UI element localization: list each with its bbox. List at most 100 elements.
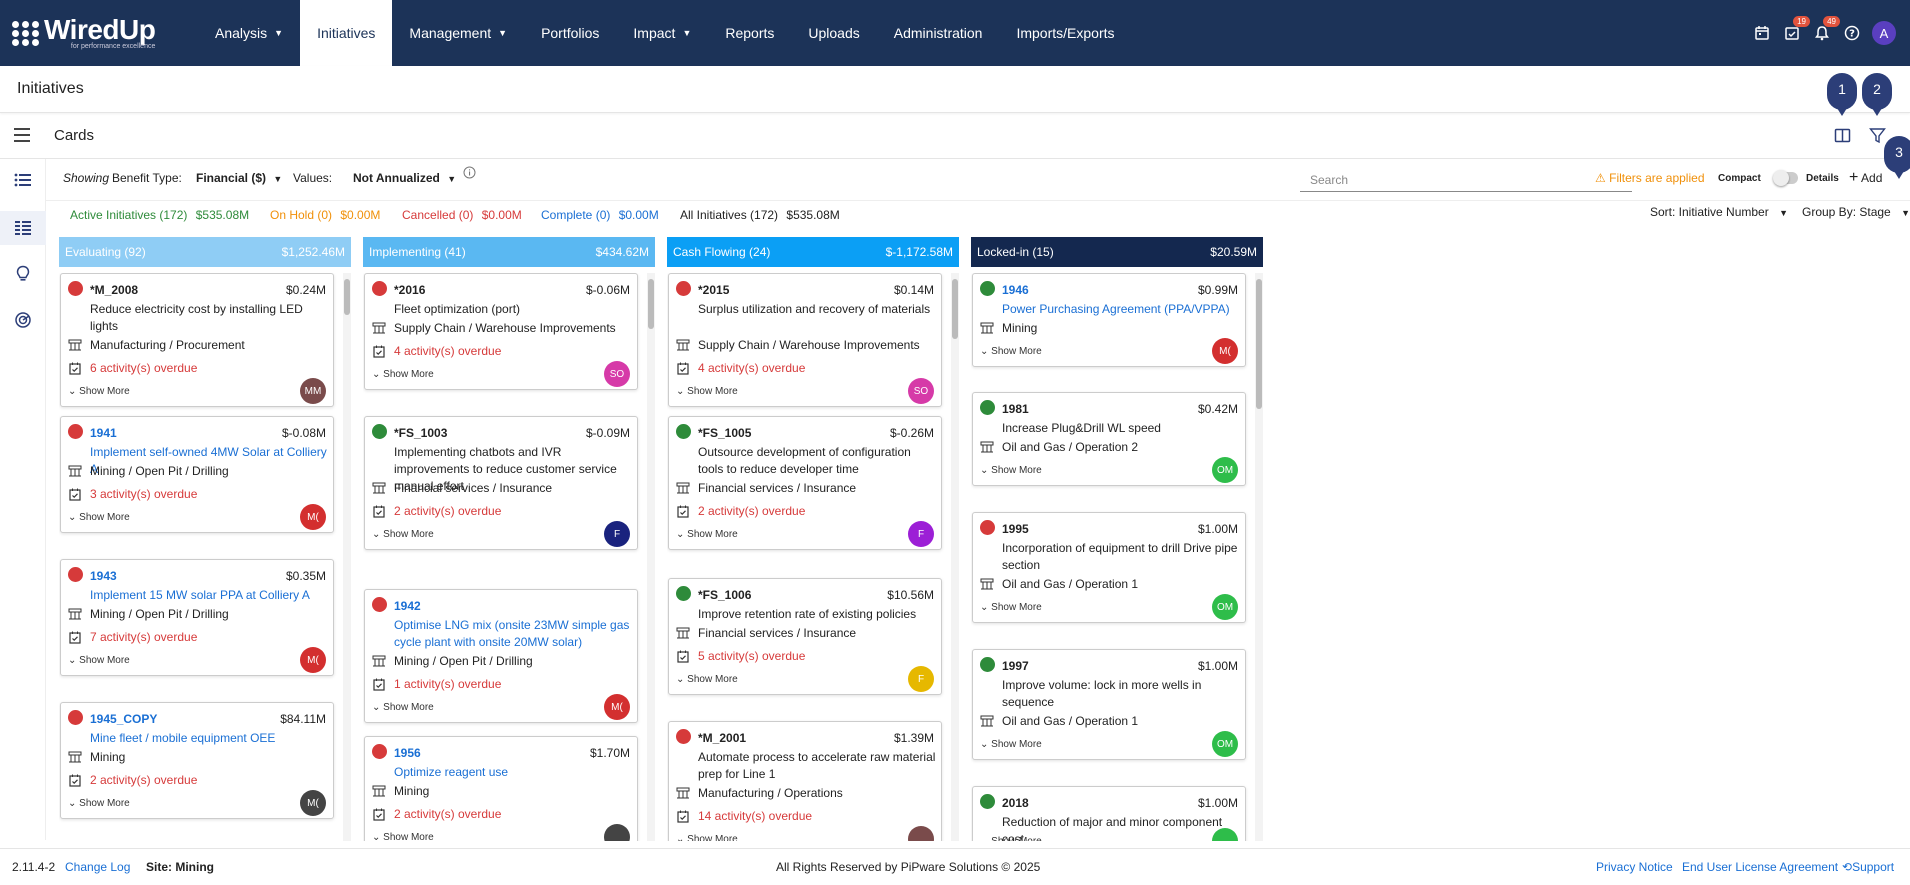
- owner-avatar[interactable]: OM: [1212, 731, 1238, 757]
- scrollbar-thumb[interactable]: [648, 279, 654, 329]
- stage-column-header[interactable]: Evaluating (92) $1,252.46M: [59, 237, 351, 267]
- summary-cancelled[interactable]: Cancelled (0) $0.00M: [402, 208, 522, 222]
- support-link[interactable]: ⟲Support: [1842, 860, 1894, 874]
- owner-avatar[interactable]: OM: [1212, 594, 1238, 620]
- initiative-id[interactable]: 1945_COPY: [90, 712, 157, 726]
- stage-column-header[interactable]: Locked-in (15) $20.59M: [971, 237, 1263, 267]
- scrollbar[interactable]: [1255, 273, 1263, 841]
- card-view-icon[interactable]: [0, 211, 46, 245]
- initiative-id[interactable]: 1995: [1002, 522, 1029, 536]
- filters-applied-warning[interactable]: ⚠ Filters are applied: [1595, 171, 1705, 185]
- initiative-card[interactable]: *FS_1003 $-0.09M Implementing chatbots and…: [364, 416, 638, 550]
- show-more-toggle[interactable]: ⌄ Show More: [980, 602, 1042, 613]
- initiative-card[interactable]: *2016 $-0.06M Fleet optimization (port) Sup…: [364, 273, 638, 390]
- owner-avatar[interactable]: [604, 824, 630, 841]
- show-more-toggle[interactable]: ⌄ Show More: [68, 655, 130, 666]
- show-more-toggle[interactable]: ⌄ Show More: [980, 346, 1042, 357]
- initiative-id[interactable]: *M_2001: [698, 731, 746, 745]
- owner-avatar[interactable]: M(: [300, 504, 326, 530]
- owner-avatar[interactable]: [908, 826, 934, 841]
- initiative-card[interactable]: *M_2001 $1.39M Automate process to acceler…: [668, 721, 942, 841]
- show-more-toggle[interactable]: ⌄ Show More: [68, 512, 130, 523]
- initiative-card[interactable]: 1945_COPY $84.11M Mine fleet / mobile equi…: [60, 702, 334, 819]
- scrollbar[interactable]: [647, 273, 655, 841]
- sort-select[interactable]: Sort: Initiative Number ▼: [1650, 205, 1788, 219]
- nav-initiatives[interactable]: Initiatives: [300, 0, 393, 66]
- eula-link[interactable]: End User License Agreement: [1682, 860, 1838, 874]
- owner-avatar[interactable]: M(: [1212, 338, 1238, 364]
- nav-management[interactable]: Management ▼: [392, 0, 524, 66]
- tour-marker-2[interactable]: 2: [1862, 73, 1892, 116]
- nav-imports-exports[interactable]: Imports/Exports: [999, 0, 1131, 66]
- compact-details-toggle[interactable]: [1773, 170, 1798, 186]
- initiative-id[interactable]: 1942: [394, 599, 421, 613]
- initiative-id[interactable]: 1997: [1002, 659, 1029, 673]
- initiative-card[interactable]: 1956 $1.70M Optimize reagent use Mining 2 ac…: [364, 736, 638, 841]
- privacy-link[interactable]: Privacy Notice: [1596, 860, 1673, 874]
- tasks-icon[interactable]: 19: [1782, 15, 1810, 43]
- benefit-type-select[interactable]: Financial ($) ▼: [196, 171, 282, 185]
- nav-analysis[interactable]: Analysis ▼: [198, 0, 300, 66]
- owner-avatar[interactable]: MM: [300, 378, 326, 404]
- values-select[interactable]: Not Annualized ▼: [353, 171, 456, 185]
- initiative-card[interactable]: *FS_1006 $10.56M Improve retention rate of…: [668, 578, 942, 695]
- owner-avatar[interactable]: F: [908, 521, 934, 547]
- initiative-card[interactable]: 2018 $1.00M Reduction of major and minor c…: [972, 786, 1246, 841]
- owner-avatar[interactable]: OM: [1212, 457, 1238, 483]
- scrollbar-thumb[interactable]: [952, 279, 958, 339]
- user-avatar[interactable]: A: [1872, 21, 1896, 45]
- scrollbar[interactable]: [951, 273, 959, 841]
- owner-avatar[interactable]: M(: [604, 694, 630, 720]
- initiative-card[interactable]: 1997 $1.00M Improve volume: lock in more w…: [972, 649, 1246, 760]
- initiative-id[interactable]: 1956: [394, 746, 421, 760]
- initiative-card[interactable]: 1995 $1.00M Incorporation of equipment to …: [972, 512, 1246, 623]
- show-more-toggle[interactable]: ⌄ Show More: [676, 386, 738, 397]
- owner-avatar[interactable]: SO: [908, 378, 934, 404]
- initiative-card[interactable]: 1942 Optimise LNG mix (onsite 23MW simple…: [364, 589, 638, 723]
- scrollbar-thumb[interactable]: [344, 279, 350, 315]
- show-more-toggle[interactable]: ⌄ Show More: [68, 386, 130, 397]
- initiative-id[interactable]: *FS_1005: [698, 426, 751, 440]
- summary-active[interactable]: Active Initiatives (172) $535.08M: [70, 208, 249, 222]
- show-more-toggle[interactable]: ⌄ Show More: [68, 798, 130, 809]
- hamburger-menu-icon[interactable]: [14, 128, 30, 146]
- initiative-card[interactable]: 1946 $0.99M Power Purchasing Agreement (PP…: [972, 273, 1246, 367]
- search-input[interactable]: Search: [1300, 168, 1632, 192]
- nav-impact[interactable]: Impact ▼: [616, 0, 708, 66]
- initiative-card[interactable]: *2015 $0.14M Surplus utilization and recov…: [668, 273, 942, 407]
- add-button[interactable]: + Add: [1849, 169, 1882, 187]
- initiative-id[interactable]: 1943: [90, 569, 117, 583]
- owner-avatar[interactable]: F: [604, 521, 630, 547]
- stage-column-header[interactable]: Cash Flowing (24) $-1,172.58M: [667, 237, 959, 267]
- owner-avatar[interactable]: M(: [300, 647, 326, 673]
- initiative-title[interactable]: Mine fleet / mobile equipment OEE: [90, 730, 328, 747]
- initiative-title[interactable]: Optimize reagent use: [394, 764, 632, 781]
- initiative-id[interactable]: 1981: [1002, 402, 1029, 416]
- calendar-icon[interactable]: [1752, 24, 1771, 43]
- filter-icon[interactable]: [1869, 127, 1886, 147]
- info-icon[interactable]: [463, 166, 476, 182]
- initiative-id[interactable]: *FS_1006: [698, 588, 751, 602]
- initiative-id[interactable]: *2016: [394, 283, 425, 297]
- show-more-toggle[interactable]: ⌄ Show More: [980, 465, 1042, 476]
- show-more-toggle[interactable]: ⌄ Show More: [372, 832, 434, 841]
- change-log-link[interactable]: Change Log: [65, 860, 130, 874]
- help-icon[interactable]: ?: [1842, 24, 1861, 43]
- nav-administration[interactable]: Administration: [877, 0, 1000, 66]
- initiative-id[interactable]: 1946: [1002, 283, 1029, 297]
- summary-complete[interactable]: Complete (0) $0.00M: [541, 208, 659, 222]
- summary-all[interactable]: All Initiatives (172) $535.08M: [680, 208, 840, 222]
- show-more-toggle[interactable]: ⌄ Show More: [676, 674, 738, 685]
- initiative-id[interactable]: 1941: [90, 426, 117, 440]
- initiative-id[interactable]: *FS_1003: [394, 426, 447, 440]
- owner-avatar[interactable]: M(: [300, 790, 326, 816]
- initiative-id[interactable]: 2018: [1002, 796, 1029, 810]
- show-more-toggle[interactable]: ⌄ Show More: [980, 739, 1042, 750]
- list-view-icon[interactable]: [12, 169, 34, 191]
- show-more-toggle[interactable]: ⌄ Show More: [372, 529, 434, 540]
- nav-reports[interactable]: Reports: [708, 0, 791, 66]
- nav-uploads[interactable]: Uploads: [791, 0, 876, 66]
- initiative-card[interactable]: *M_2008 $0.24M Reduce electricity cost by …: [60, 273, 334, 407]
- bell-icon[interactable]: 49: [1812, 15, 1840, 43]
- wiredup-logo[interactable]: WiredUp for performance excellence: [0, 0, 190, 66]
